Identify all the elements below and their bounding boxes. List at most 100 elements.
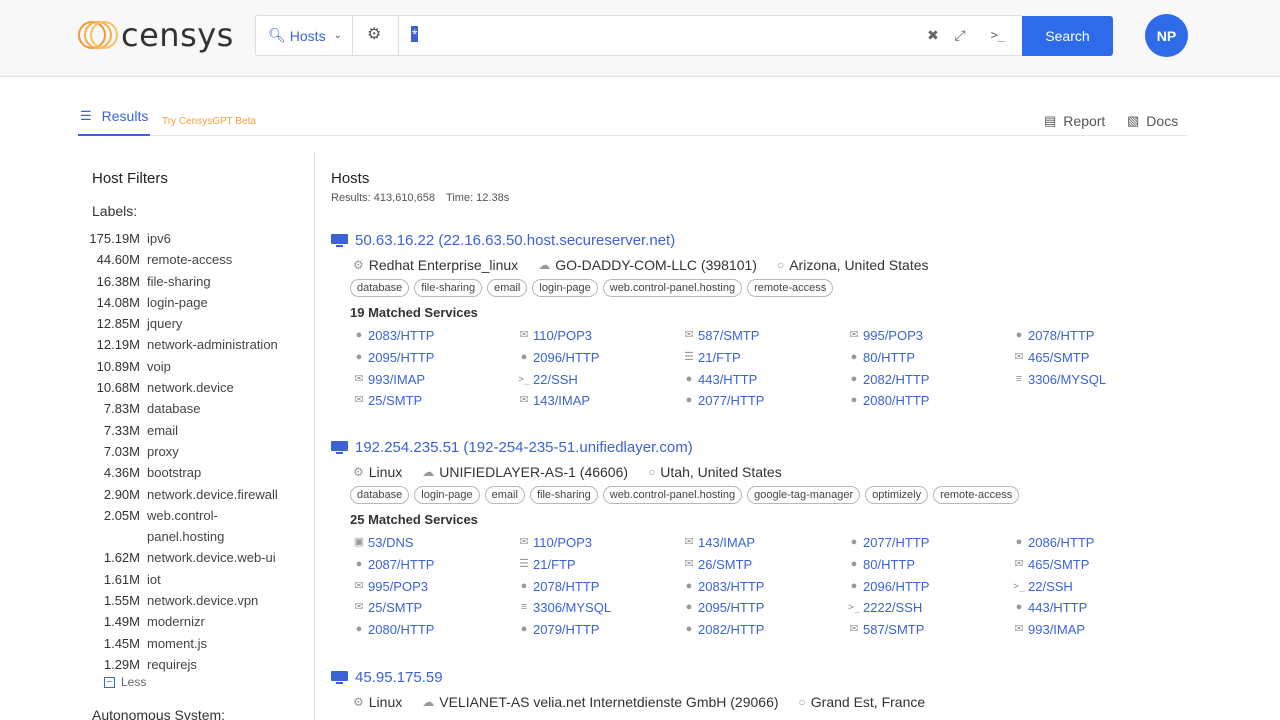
service-link[interactable]: ✉ 143/IMAP (682, 532, 847, 554)
service-link[interactable]: ● 80/HTTP (847, 347, 1012, 369)
service-link[interactable]: ≡ 3306/MYSQL (517, 597, 682, 619)
service-link[interactable]: ✉ 993/IMAP (352, 369, 517, 391)
service-link[interactable]: ● 2083/HTTP (682, 576, 847, 598)
label-filter-item[interactable]: 7.33M email (78, 420, 315, 441)
service-link[interactable]: ✉ 995/POP3 (352, 576, 517, 598)
service-link[interactable]: ✉ 465/SMTP (1012, 347, 1177, 369)
host-tag[interactable]: email (484, 486, 525, 504)
avatar[interactable]: NP (1145, 14, 1188, 57)
service-link[interactable]: ● 2087/HTTP (352, 554, 517, 576)
host-title-link[interactable]: 50.63.16.22 (22.16.63.50.host.secureserv… (331, 230, 1201, 250)
host-tag[interactable]: web.control-panel.hosting (602, 486, 743, 504)
label-filter-item[interactable]: 44.60M remote-access (78, 249, 315, 270)
service-link[interactable]: ✉ 26/SMTP (682, 554, 847, 576)
label-filter-item[interactable]: 1.61M iot (78, 569, 315, 590)
label-filter-item[interactable]: 2.90M network.device.firewall (78, 484, 315, 505)
service-link[interactable]: ✉ 110/POP3 (517, 532, 682, 554)
report-link[interactable]: ▤ Report (1044, 113, 1105, 129)
search-type-select[interactable]: 🔍︎ Hosts ⌄ (256, 16, 353, 55)
service-link[interactable]: >_ 2222/SSH (847, 597, 1012, 619)
search-button[interactable]: Search (1022, 16, 1113, 56)
search-bar: 🔍︎ Hosts ⌄ ⚙ * ✖ ⤢ >_ (255, 15, 1023, 56)
censys-logo[interactable]: censys (78, 18, 234, 52)
service-link[interactable]: ● 2082/HTTP (682, 619, 847, 641)
label-filter-item[interactable]: 12.85M jquery (78, 313, 315, 334)
service-label: 21/FTP (533, 556, 576, 572)
service-link[interactable]: ✉ 25/SMTP (352, 597, 517, 619)
service-link[interactable]: ✉ 587/SMTP (682, 325, 847, 347)
service-link[interactable]: ● 2096/HTTP (847, 576, 1012, 598)
service-link[interactable]: ✉ 465/SMTP (1012, 554, 1177, 576)
label-filter-item[interactable]: 1.45M moment.js (78, 633, 315, 654)
host-title-link[interactable]: 192.254.235.51 (192-254-235-51.unifiedla… (331, 437, 1201, 457)
label-filter-item[interactable]: 10.68M network.device (78, 377, 315, 398)
label-filter-item[interactable]: 10.89M voip (78, 356, 315, 377)
host-tag[interactable]: email (487, 279, 528, 297)
clear-icon[interactable]: ✖ (924, 26, 942, 44)
label-filter-item[interactable]: 175.19M ipv6 (78, 228, 315, 249)
service-link[interactable]: ● 2096/HTTP (517, 347, 682, 369)
service-link[interactable]: ✉ 25/SMTP (352, 390, 517, 412)
host-tag[interactable]: login-page (414, 486, 480, 504)
service-link[interactable]: >_ 22/SSH (1012, 576, 1177, 598)
service-link[interactable]: ● 2080/HTTP (352, 619, 517, 641)
report-label: Report (1063, 113, 1106, 129)
label-filter-item[interactable]: 1.55M network.device.vpn (78, 590, 315, 611)
service-link[interactable]: ● 443/HTTP (1012, 597, 1177, 619)
docs-link[interactable]: ▧ Docs (1127, 113, 1178, 129)
tab-results[interactable]: ☰ Results (78, 108, 150, 136)
try-censysgpt-link[interactable]: Try CensysGPT Beta (162, 116, 256, 127)
host-tag[interactable]: web.control-panel.hosting (602, 279, 743, 297)
service-link[interactable]: ● 80/HTTP (847, 554, 1012, 576)
host-tag[interactable]: remote-access (933, 486, 1020, 504)
service-link[interactable]: ☰ 21/FTP (517, 554, 682, 576)
service-link[interactable]: ✉ 143/IMAP (517, 390, 682, 412)
label-filter-item[interactable]: 12.19M network-administration (78, 334, 315, 355)
label-filter-item[interactable]: 1.29M requirejs (78, 654, 315, 675)
label-filter-item[interactable]: 2.05M web.control- (78, 505, 315, 526)
search-input[interactable]: * (398, 16, 918, 55)
service-link[interactable]: ≡ 3306/MYSQL (1012, 369, 1177, 391)
service-link[interactable]: ● 2083/HTTP (352, 325, 517, 347)
service-link[interactable]: ● 2077/HTTP (847, 532, 1012, 554)
gear-icon[interactable]: ⚙ (367, 26, 385, 44)
globe-icon: ● (685, 394, 693, 407)
host-title-link[interactable]: 45.95.175.59 (331, 667, 1201, 687)
service-link[interactable]: ● 2078/HTTP (517, 576, 682, 598)
host-tag[interactable]: file-sharing (414, 279, 483, 297)
terminal-icon[interactable]: >_ (989, 26, 1007, 44)
expand-icon[interactable]: ⤢ (951, 26, 969, 44)
service-link[interactable]: ● 2086/HTTP (1012, 532, 1177, 554)
label-filter-item[interactable]: 14.08M login-page (78, 292, 315, 313)
service-link[interactable]: ✉ 993/IMAP (1012, 619, 1177, 641)
service-link[interactable]: >_ 22/SSH (517, 369, 682, 391)
label-filter-item[interactable]: 7.03M proxy (78, 441, 315, 462)
service-link[interactable]: ● 2080/HTTP (847, 390, 1012, 412)
label-filter-item[interactable]: 1.49M modernizr (78, 611, 315, 632)
service-link[interactable]: ● 443/HTTP (682, 369, 847, 391)
host-tag[interactable]: login-page (532, 279, 598, 297)
host-tag[interactable]: database (350, 279, 410, 297)
service-link[interactable]: ✉ 587/SMTP (847, 619, 1012, 641)
service-link[interactable]: ● 2082/HTTP (847, 369, 1012, 391)
label-filter-item[interactable]: panel.hosting (78, 526, 315, 547)
service-link[interactable]: ● 2095/HTTP (682, 597, 847, 619)
less-toggle[interactable]: – Less (104, 675, 146, 689)
host-tag[interactable]: google-tag-manager (747, 486, 861, 504)
service-link[interactable]: ▣ 53/DNS (352, 532, 517, 554)
service-link[interactable]: ● 2078/HTTP (1012, 325, 1177, 347)
host-tag[interactable]: optimizely (865, 486, 929, 504)
service-link[interactable]: ✉ 110/POP3 (517, 325, 682, 347)
label-filter-item[interactable]: 4.36M bootstrap (78, 462, 315, 483)
service-link[interactable]: ✉ 995/POP3 (847, 325, 1012, 347)
host-tag[interactable]: remote-access (747, 279, 834, 297)
label-filter-item[interactable]: 7.83M database (78, 398, 315, 419)
host-tag[interactable]: file-sharing (529, 486, 598, 504)
service-link[interactable]: ● 2077/HTTP (682, 390, 847, 412)
service-link[interactable]: ☰ 21/FTP (682, 347, 847, 369)
host-tag[interactable]: database (350, 486, 410, 504)
service-link[interactable]: ● 2079/HTTP (517, 619, 682, 641)
service-link[interactable]: ● 2095/HTTP (352, 347, 517, 369)
label-filter-item[interactable]: 16.38M file-sharing (78, 271, 315, 292)
label-filter-item[interactable]: 1.62M network.device.web-ui (78, 547, 315, 568)
